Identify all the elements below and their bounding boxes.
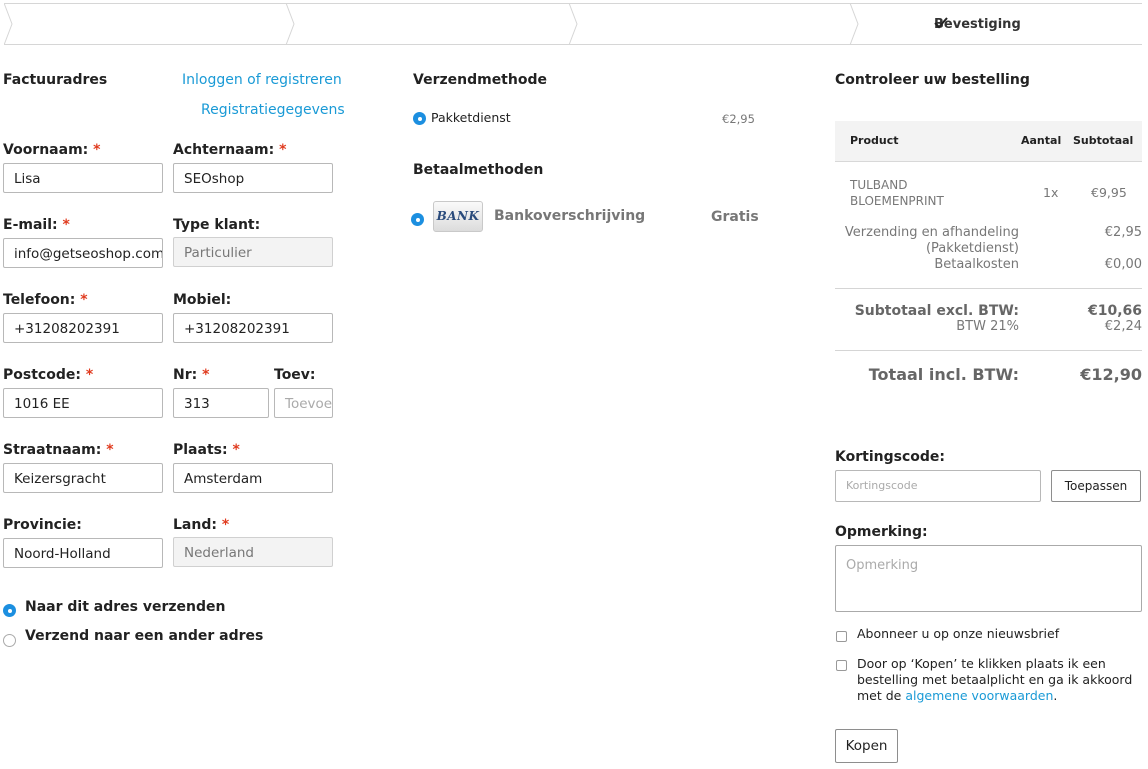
header-qty: Aantal bbox=[1021, 134, 1062, 147]
email-label: E-mail: * bbox=[3, 217, 70, 233]
total-value: €12,90 bbox=[1080, 365, 1142, 384]
shipping-option-label: Pakketdienst bbox=[431, 110, 511, 125]
customer-type-field: Particulier bbox=[173, 237, 333, 267]
terms-link[interactable]: algemene voorwaarden bbox=[905, 688, 1053, 703]
ship-other-label: Verzend naar een ander adres bbox=[25, 628, 264, 644]
newsletter-checkbox[interactable] bbox=[836, 631, 847, 642]
subtotal-values: €10,66 €2,24 bbox=[1087, 303, 1142, 334]
shipping-cost-label: Verzending en afhandeling (Pakketdienst)… bbox=[844, 225, 1019, 272]
mobile-label: Mobiel: bbox=[173, 292, 232, 308]
postcode-input[interactable]: 1016 EE bbox=[3, 388, 163, 418]
terms-label: Door op ‘Kopen’ te klikken plaats ik een… bbox=[857, 656, 1133, 703]
payment-option-label: Bankoverschrijving bbox=[494, 208, 646, 224]
mobile-input[interactable]: +31208202391 bbox=[173, 313, 333, 343]
step-confirmation: Bevestiging bbox=[934, 17, 1021, 32]
checkout-steps: Bevestiging bbox=[4, 3, 1142, 45]
subtotal-label: Subtotaal excl. BTW: BTW 21% bbox=[854, 303, 1019, 334]
postcode-label: Postcode: * bbox=[3, 367, 94, 383]
addition-label: Toev: bbox=[274, 367, 316, 383]
country-label: Land: * bbox=[173, 517, 230, 533]
shipping-option-radio[interactable] bbox=[413, 112, 426, 125]
terms-checkbox[interactable] bbox=[836, 660, 847, 671]
remark-textarea[interactable]: Opmerking bbox=[835, 545, 1142, 612]
shipping-option-price: €2,95 bbox=[722, 112, 755, 126]
order-title: Controleer uw bestelling bbox=[835, 72, 1030, 88]
phone-input[interactable]: +31208202391 bbox=[3, 313, 163, 343]
apply-discount-button[interactable]: Toepassen bbox=[1051, 470, 1141, 502]
remark-title: Opmerking: bbox=[835, 524, 928, 540]
addition-input[interactable]: Toevoeging bbox=[274, 388, 333, 418]
billing-title: Factuuradres bbox=[3, 72, 108, 88]
ship-same-label: Naar dit adres verzenden bbox=[25, 599, 226, 615]
first-name-input[interactable]: Lisa bbox=[3, 163, 163, 193]
ship-other-radio[interactable] bbox=[3, 634, 16, 647]
payment-option-radio[interactable] bbox=[411, 213, 424, 226]
ship-same-radio[interactable] bbox=[3, 604, 16, 617]
first-name-label: Voornaam: * bbox=[3, 142, 101, 158]
city-label: Plaats: * bbox=[173, 442, 240, 458]
payment-title: Betaalmethoden bbox=[413, 162, 544, 178]
discount-input[interactable]: Kortingscode bbox=[835, 470, 1041, 502]
discount-title: Kortingscode: bbox=[835, 449, 945, 465]
number-label: Nr: * bbox=[173, 367, 210, 383]
number-input[interactable]: 313 bbox=[173, 388, 269, 418]
buy-button[interactable]: Kopen bbox=[835, 729, 898, 763]
divider bbox=[835, 288, 1142, 289]
street-input[interactable]: Keizersgracht bbox=[3, 463, 163, 493]
country-field: Nederland bbox=[173, 537, 333, 567]
email-input[interactable]: info@getseoshop.com bbox=[3, 238, 163, 268]
order-item-qty: 1x bbox=[1043, 185, 1059, 200]
payment-option-price: Gratis bbox=[711, 209, 759, 225]
phone-label: Telefoon: * bbox=[3, 292, 88, 308]
newsletter-label: Abonneer u op onze nieuwsbrief bbox=[857, 626, 1060, 641]
city-input[interactable]: Amsterdam bbox=[173, 463, 333, 493]
order-item-name: TULBAND BLOEMENPRINT bbox=[850, 178, 944, 208]
registration-link[interactable]: Registratiegegevens bbox=[201, 102, 345, 118]
header-product: Product bbox=[850, 134, 899, 147]
last-name-label: Achternaam: * bbox=[173, 142, 287, 158]
order-table-header: Product Aantal Subtotaal bbox=[835, 121, 1142, 162]
shipping-title: Verzendmethode bbox=[413, 72, 547, 88]
checkmark-icon bbox=[934, 17, 948, 29]
bank-icon: BANK bbox=[433, 201, 483, 232]
street-label: Straatnaam: * bbox=[3, 442, 114, 458]
login-link[interactable]: Inloggen of registreren bbox=[182, 72, 342, 88]
last-name-input[interactable]: SEOshop bbox=[173, 163, 333, 193]
province-label: Provincie: bbox=[3, 517, 82, 533]
order-item-price: €9,95 bbox=[1091, 185, 1127, 200]
province-input[interactable]: Noord-Holland bbox=[3, 538, 163, 568]
divider bbox=[835, 350, 1142, 351]
header-subtotal: Subtotaal bbox=[1073, 134, 1134, 147]
shipping-cost-values: €2,95 €0,00 bbox=[1104, 225, 1142, 272]
customer-type-label: Type klant: bbox=[173, 217, 261, 233]
total-label: Totaal incl. BTW: bbox=[868, 365, 1019, 384]
